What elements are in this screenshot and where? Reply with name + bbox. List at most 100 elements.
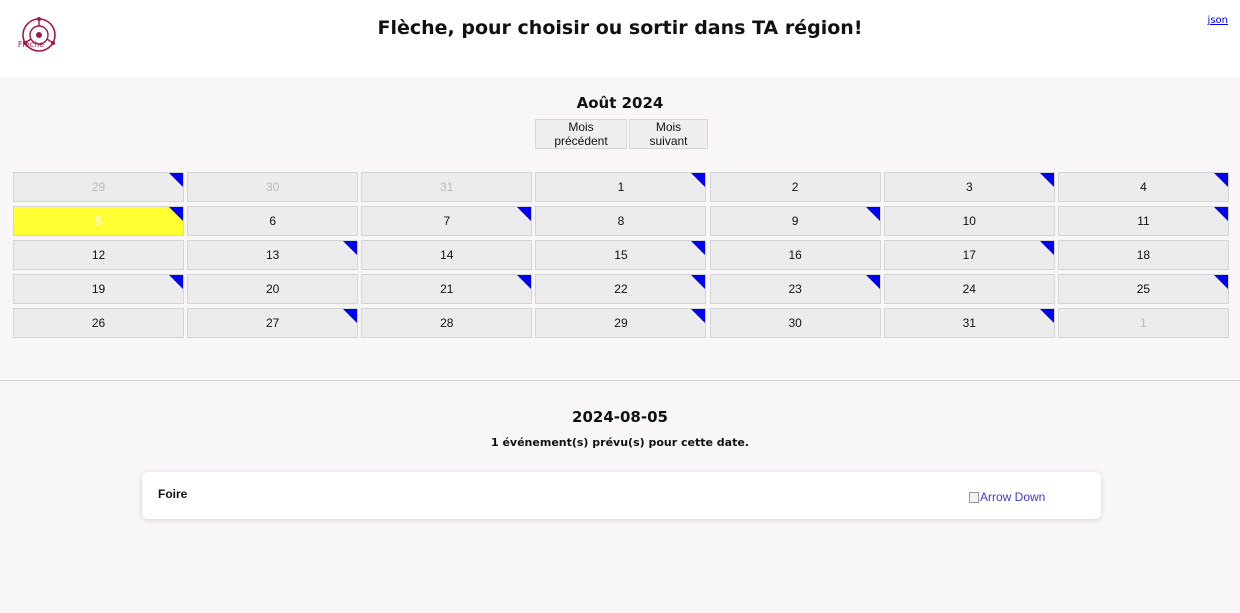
day-number: 20 [265,282,280,296]
event-marker-icon [517,275,532,289]
calendar-day[interactable]: 1 [535,172,707,202]
calendar-day[interactable]: 22 [535,274,707,304]
day-number: 15 [614,248,628,262]
day-number: 16 [788,248,802,262]
site-header: Flèche Flèche, pour choisir ou sortir da… [0,0,1240,78]
divider [0,380,1240,381]
day-number: 8 [617,214,625,228]
calendar-day[interactable]: 30 [187,172,359,202]
site-title: Flèche, pour choisir ou sortir dans TA r… [377,17,863,39]
calendar-day[interactable]: 5 [13,206,184,236]
day-number: 19 [91,282,106,296]
event-marker-icon [1039,173,1054,187]
event-marker-icon [343,241,358,255]
day-number: 13 [265,248,280,262]
calendar-day[interactable]: 13 [187,240,359,270]
day-number: 29 [614,316,628,330]
event-marker-icon [1213,275,1228,289]
event-marker-icon [169,173,183,187]
day-number: 30 [788,316,802,330]
day-number: 30 [265,180,280,194]
event-marker-icon [691,173,706,187]
month-title: Août 2024 [576,94,664,112]
calendar-day[interactable]: 6 [187,206,359,236]
day-number: 18 [1136,248,1151,262]
day-number: 24 [962,282,976,296]
event-marker-icon [343,309,358,323]
event-marker-icon [691,309,706,323]
calendar-day[interactable]: 26 [13,308,184,338]
calendar-day[interactable]: 29 [535,308,707,338]
event-marker-icon [1039,241,1054,255]
event-marker-icon [169,275,183,289]
calendar-day[interactable]: 31 [883,308,1055,338]
calendar-day[interactable]: 25 [1057,274,1229,304]
day-number: 22 [614,282,628,296]
event-marker-icon [691,275,706,289]
calendar-day[interactable]: 10 [883,206,1055,236]
arrow-alt-text: Arrow Down [980,490,1046,504]
day-number: 1 [1140,316,1147,330]
event-count: 1 événement(s) prévu(s) pour cette date. [490,436,749,449]
calendar-grid: 29 30 31 1 2 3 4 5 6 7 8 9 10 11 12 13 14 15 16 17 18 19 20 21 2… [13,172,1229,338]
calendar-day[interactable]: 9 [709,206,881,236]
day-number: 3 [965,180,973,194]
day-number: 14 [440,248,454,262]
calendar-day[interactable]: 7 [361,206,533,236]
day-number: 28 [440,316,454,330]
event-marker-icon [1213,173,1228,187]
calendar-day[interactable]: 24 [883,274,1055,304]
day-number: 5 [95,214,102,228]
event-marker-icon [865,275,880,289]
month-navigation: Mois précédent Mois suivant [535,119,708,149]
day-number: 23 [788,282,802,296]
calendar-day[interactable]: 16 [709,240,881,270]
day-number: 12 [91,248,106,262]
day-number: 7 [443,214,451,228]
selected-date: 2024-08-05 [572,408,668,426]
calendar-day[interactable]: 17 [883,240,1055,270]
arrow-down-icon [969,491,979,503]
day-number: 29 [91,180,106,194]
calendar-day[interactable]: 27 [187,308,359,338]
calendar-day[interactable]: 1 [1057,308,1229,338]
day-number: 21 [440,282,454,296]
calendar-day[interactable]: 3 [883,172,1055,202]
calendar-day[interactable]: 19 [13,274,184,304]
calendar-day[interactable]: 23 [709,274,881,304]
calendar-day[interactable]: 18 [1057,240,1229,270]
day-number: 1 [617,180,625,194]
day-number: 17 [962,248,976,262]
day-number: 31 [962,316,976,330]
day-number: 27 [265,316,280,330]
day-number: 26 [91,316,106,330]
calendar-day[interactable]: 20 [187,274,359,304]
calendar-day[interactable]: 30 [709,308,881,338]
logo-text: Flèche [17,40,45,49]
calendar-day[interactable]: 8 [535,206,707,236]
event-marker-icon [691,241,706,255]
calendar-day[interactable]: 21 [361,274,533,304]
calendar-day[interactable]: 28 [361,308,533,338]
day-number: 11 [1137,214,1150,228]
calendar-day[interactable]: 14 [361,240,533,270]
calendar-day[interactable]: 4 [1057,172,1229,202]
json-link[interactable]: json [1208,15,1228,26]
calendar-day[interactable]: 2 [709,172,881,202]
calendar-day[interactable]: 11 [1057,206,1229,236]
day-number: 10 [962,214,976,228]
expand-event-toggle[interactable]: Arrow Down [969,490,1045,504]
calendar-day[interactable]: 29 [13,172,184,202]
event-marker-icon [865,207,880,221]
calendar-day[interactable]: 15 [535,240,707,270]
next-month-button[interactable]: Mois suivant [629,119,708,149]
event-card[interactable]: Foire Arrow Down [142,472,1101,519]
calendar-day[interactable]: 12 [13,240,184,270]
previous-month-button[interactable]: Mois précédent [535,119,627,149]
event-marker-icon [169,207,183,221]
calendar-day[interactable]: 31 [361,172,533,202]
event-name: Foire [158,487,188,501]
day-number: 9 [791,214,799,228]
day-number: 2 [791,180,799,194]
day-number: 6 [269,214,276,228]
